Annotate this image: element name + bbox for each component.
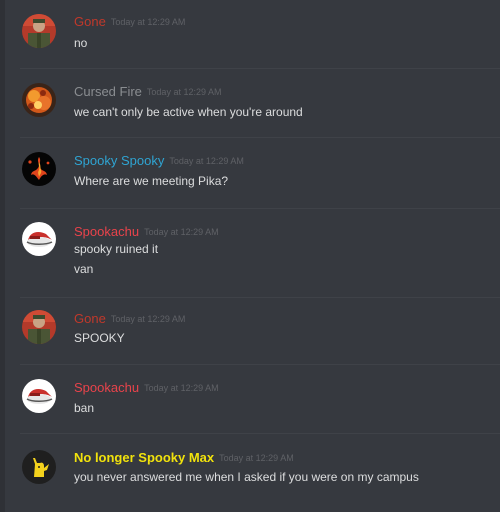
flame-figure-avatar-icon[interactable] xyxy=(22,152,56,186)
message-text: no xyxy=(74,36,88,50)
chat-message-list[interactable]: Gone Today at 12:29 AM no Cursed Fire Toda… xyxy=(0,0,500,512)
message-text: spooky ruined it xyxy=(74,242,159,256)
message-text: you never answered me when I asked if yo… xyxy=(74,470,419,484)
message-group: Cursed Fire Today at 12:29 AM we can't on… xyxy=(0,69,500,137)
author-name[interactable]: Spooky Spooky xyxy=(74,153,164,168)
message-group: Spookachu Today at 12:29 AM spooky ruined… xyxy=(0,209,500,297)
message-text: we can't only be active when you're arou… xyxy=(74,105,303,119)
author-name[interactable]: Spookachu xyxy=(74,224,139,239)
message-timestamp: Today at 12:29 AM xyxy=(110,17,186,27)
pokeball-avatar-icon[interactable] xyxy=(22,379,56,413)
message-timestamp: Today at 12:29 AM xyxy=(144,227,219,237)
pikachu-silhouette-avatar-icon[interactable] xyxy=(22,450,56,484)
message-text: Where are we meeting Pika? xyxy=(74,174,229,188)
message-group: Spookachu Today at 12:29 AM ban xyxy=(0,365,500,433)
message-group: No longer Spooky Max Today at 12:29 AM yo… xyxy=(0,434,500,512)
author-name[interactable]: Gone xyxy=(74,311,106,326)
fire-avatar-icon[interactable] xyxy=(22,83,56,117)
message-group: Gone Today at 12:29 AM SPOOKY xyxy=(0,298,500,364)
message-group: Gone Today at 12:29 AM no xyxy=(0,0,500,68)
message-text: SPOOKY xyxy=(74,331,125,345)
author-name[interactable]: No longer Spooky Max xyxy=(74,450,214,465)
author-name[interactable]: Spookachu xyxy=(74,380,139,395)
message-group: Spooky Spooky Today at 12:29 AM Where are… xyxy=(0,138,500,208)
author-name[interactable]: Cursed Fire xyxy=(74,84,142,99)
soldier-avatar-icon[interactable] xyxy=(22,310,56,344)
message-text: ban xyxy=(74,401,95,415)
message-timestamp: Today at 12:29 AM xyxy=(219,453,294,463)
message-text: van xyxy=(74,262,94,276)
pokeball-avatar-icon[interactable] xyxy=(22,222,56,256)
message-timestamp: Today at 12:29 AM xyxy=(169,156,244,166)
message-timestamp: Today at 12:29 AM xyxy=(146,87,222,97)
author-name[interactable]: Gone xyxy=(74,14,106,29)
message-timestamp: Today at 12:29 AM xyxy=(144,383,219,393)
message-timestamp: Today at 12:29 AM xyxy=(110,314,186,324)
soldier-avatar-icon[interactable] xyxy=(22,14,56,48)
